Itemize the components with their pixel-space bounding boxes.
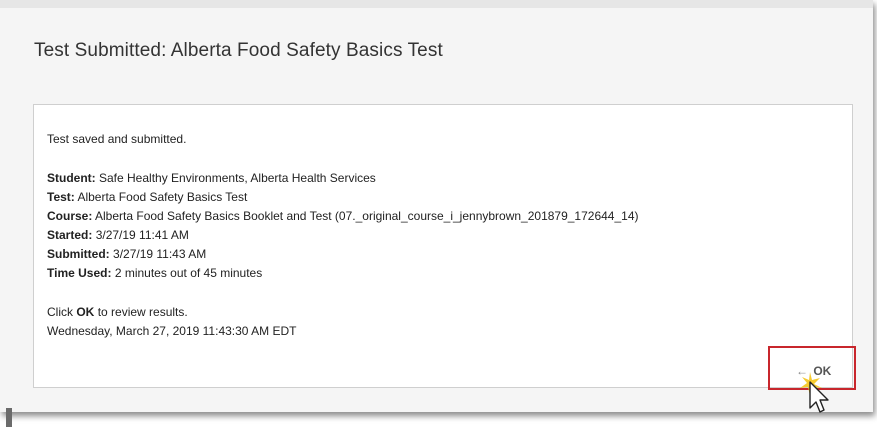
time-used-value: 2 minutes out of 45 minutes	[114, 266, 263, 280]
review-instruction: Click OK to review results.	[47, 305, 188, 319]
top-strip	[0, 0, 873, 8]
course-label: Course:	[47, 209, 93, 223]
review-prefix: Click	[47, 305, 73, 319]
test-row: Test: Alberta Food Safety Basics Test	[47, 190, 247, 204]
course-row: Course: Alberta Food Safety Basics Bookl…	[47, 209, 639, 223]
started-value: 3/27/19 11:41 AM	[95, 228, 189, 242]
mouse-cursor-icon	[800, 372, 829, 413]
review-suffix: to review results.	[97, 305, 188, 319]
status-text: Test saved and submitted.	[47, 132, 187, 146]
started-row: Started: 3/27/19 11:41 AM	[47, 228, 189, 242]
left-edge-strip	[6, 408, 12, 427]
submission-timestamp: Wednesday, March 27, 2019 11:43:30 AM ED…	[47, 324, 297, 338]
submitted-label: Submitted:	[47, 247, 110, 261]
started-label: Started:	[47, 228, 93, 242]
test-value: Alberta Food Safety Basics Test	[77, 190, 248, 204]
student-row: Student: Safe Healthy Environments, Albe…	[47, 171, 376, 185]
course-value: Alberta Food Safety Basics Booklet and T…	[95, 209, 639, 223]
dialog-window: Test Submitted: Alberta Food Safety Basi…	[0, 0, 873, 412]
submitted-row: Submitted: 3/27/19 11:43 AM	[47, 247, 206, 261]
submitted-value: 3/27/19 11:43 AM	[113, 247, 207, 261]
time-used-row: Time Used: 2 minutes out of 45 minutes	[47, 266, 262, 280]
review-ok: OK	[76, 305, 95, 319]
page-title: Test Submitted: Alberta Food Safety Basi…	[34, 40, 443, 61]
time-used-label: Time Used:	[47, 266, 112, 280]
submission-receipt-panel: Test saved and submitted. Student: Safe …	[33, 104, 853, 388]
student-label: Student:	[47, 171, 96, 185]
student-value: Safe Healthy Environments, Alberta Healt…	[99, 171, 376, 185]
test-label: Test:	[47, 190, 75, 204]
